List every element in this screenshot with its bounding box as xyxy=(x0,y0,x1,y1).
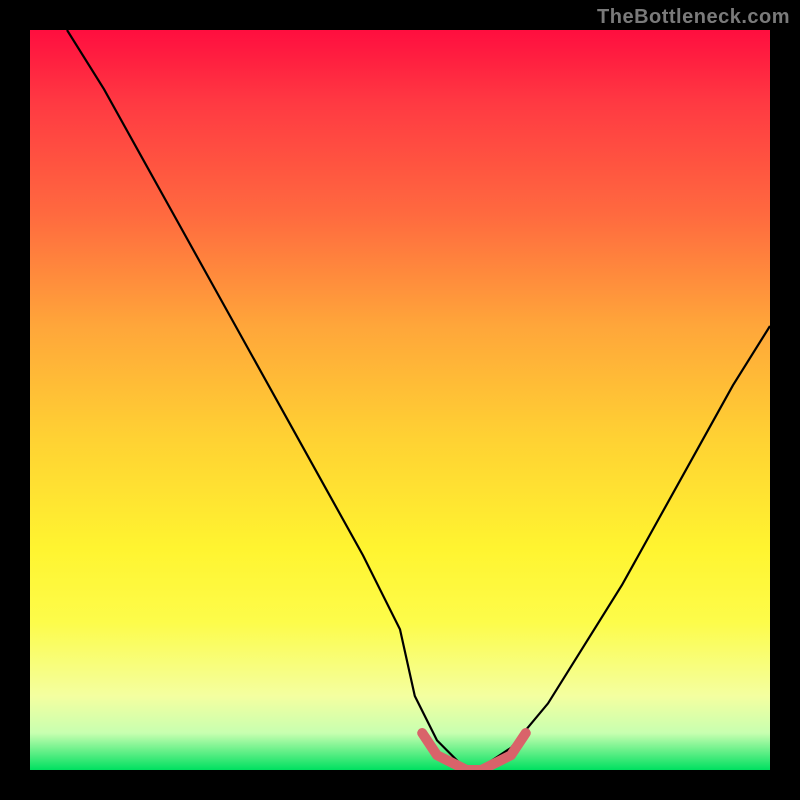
bottleneck-curve-path xyxy=(67,30,770,770)
curve-svg xyxy=(30,30,770,770)
watermark-text: TheBottleneck.com xyxy=(597,6,790,29)
optimal-zone-path xyxy=(422,733,526,770)
chart-frame: TheBottleneck.com xyxy=(0,0,800,800)
plot-area xyxy=(30,30,770,770)
